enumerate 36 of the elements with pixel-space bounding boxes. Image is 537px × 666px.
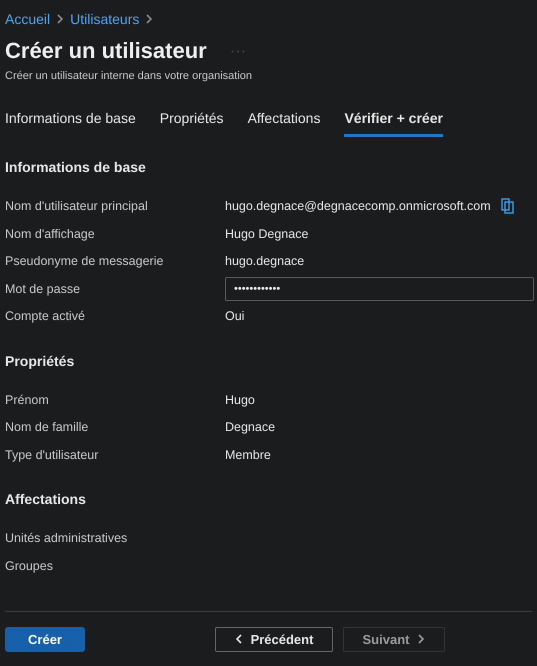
field-value: Degnace [225, 420, 276, 434]
tab[interactable]: Affectations [248, 106, 320, 137]
section-heading: Propriétés [5, 352, 76, 368]
page-subtitle: Créer un utilisateur interne dans votre organisation [5, 70, 254, 82]
chevron-right-icon [145, 14, 154, 24]
chevron-left-icon [234, 634, 243, 644]
field-value: Hugo [225, 392, 256, 406]
copy-icon[interactable] [500, 198, 514, 214]
page-title: Créer un utilisateur [5, 38, 207, 64]
field-label: Nom d'affichage [5, 226, 96, 240]
field-label: Prénom [5, 392, 50, 406]
tab[interactable]: Vérifier + créer [344, 106, 443, 137]
field-label: Type d'utilisateur [5, 448, 100, 462]
field-label: Nom d'utilisateur principal [5, 199, 149, 213]
field-label: Unités administratives [5, 531, 128, 545]
field-value: hugo.degnace@degnacecomp.onmicrosoft.com [225, 199, 491, 213]
field-label: Nom de famille [5, 420, 90, 434]
previous-button[interactable]: Précédent [215, 626, 333, 652]
section-heading: Informations de base [5, 159, 147, 175]
section-heading: Affectations [5, 491, 87, 507]
breadcrumb-link[interactable]: Utilisateurs [70, 11, 140, 27]
field-value: Membre [225, 448, 272, 462]
create-button[interactable]: Créer [5, 626, 85, 652]
field-value: hugo.degnace [225, 254, 306, 268]
field-label: Mot de passe [5, 282, 82, 296]
tab[interactable]: Informations de base [5, 106, 136, 137]
field-value: Oui [225, 309, 246, 323]
field-label: Pseudonyme de messagerie [5, 254, 164, 268]
field-label: Groupes [5, 558, 54, 572]
breadcrumb-link[interactable]: Accueil [5, 11, 50, 27]
chevron-right-icon [417, 634, 426, 644]
field-value: Hugo Degnace [225, 226, 310, 240]
password-field[interactable]: •••••••••••• [225, 276, 534, 300]
chevron-right-icon [56, 14, 64, 24]
tab[interactable]: Propriétés [160, 106, 224, 137]
field-label: Compte activé [5, 309, 86, 323]
